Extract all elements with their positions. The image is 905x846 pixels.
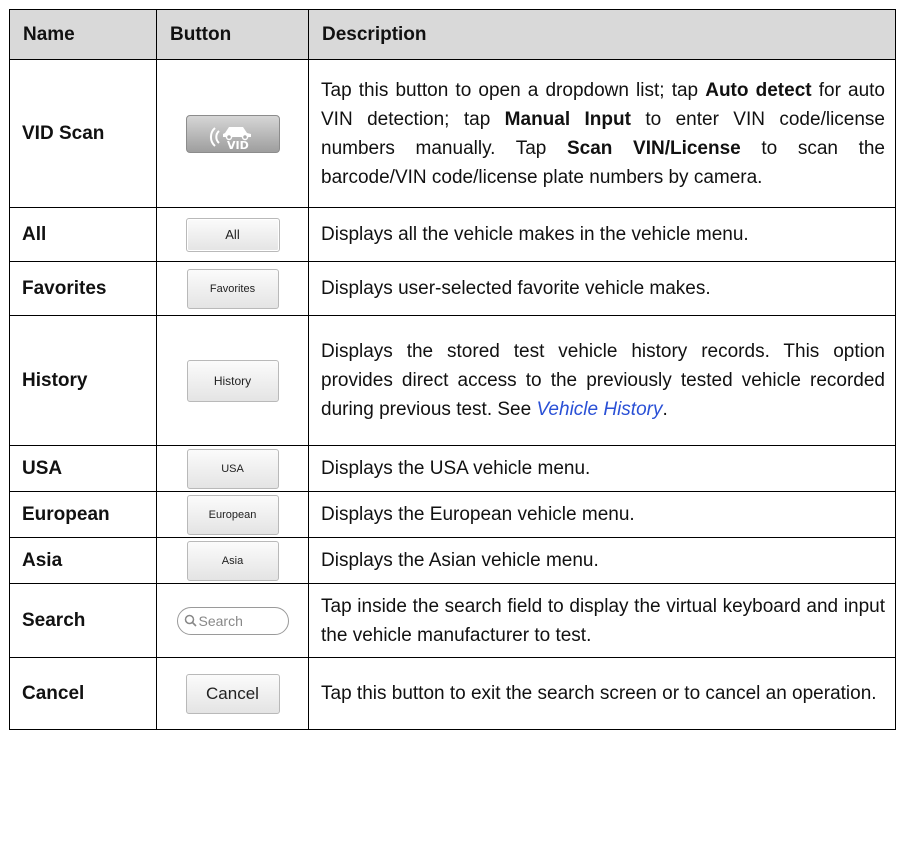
table-row: All All Displays all the vehicle makes i… (9, 207, 896, 262)
row-name: All (9, 207, 157, 262)
description-text: Displays the USA vehicle menu. (321, 458, 591, 479)
row-description: Displays user-selected favorite vehicle … (308, 261, 896, 316)
favorites-button[interactable]: Favorites (186, 268, 279, 309)
header-button: Button (156, 9, 309, 60)
description-text: Displays user-selected favorite vehicle … (321, 278, 711, 299)
table-row: Cancel Cancel Tap this button to exit th… (9, 657, 896, 730)
description-text: Displays the European vehicle menu. (321, 504, 635, 525)
vid-scan-button[interactable]: VID (185, 114, 280, 153)
description-text: Tap this button to open a dropdown list;… (321, 79, 706, 101)
table-row: European European Displays the European … (9, 491, 896, 538)
table-row: Favorites Favorites Displays user-select… (9, 261, 896, 316)
description-text: . (662, 399, 668, 420)
table-row: Search Search Tap inside the search fiel… (9, 583, 896, 658)
search-placeholder: Search (198, 612, 243, 629)
row-name: USA (9, 445, 157, 492)
all-button[interactable]: All (185, 217, 280, 252)
table-row: VID Scan VID Tap this button to open a d… (9, 59, 896, 208)
header-description: Description (308, 9, 896, 60)
vid-scan-icon: VID (209, 126, 251, 150)
row-name: History (9, 315, 157, 446)
row-description: Tap inside the search field to display t… (308, 583, 896, 658)
row-description: Tap this button to exit the search scree… (308, 657, 896, 730)
table-row: Asia Asia Displays the Asian vehicle men… (9, 537, 896, 584)
row-description: Displays all the vehicle makes in the ve… (308, 207, 896, 262)
row-description: Displays the stored test vehicle history… (308, 315, 896, 446)
table-row: History History Displays the stored test… (9, 315, 896, 446)
bold-term: Auto detect (705, 79, 812, 101)
row-name: Favorites (9, 261, 157, 316)
row-description: Displays the USA vehicle menu. (308, 445, 896, 492)
search-input[interactable]: Search (176, 606, 289, 635)
row-name: Search (9, 583, 157, 658)
search-icon (184, 614, 197, 627)
bold-term: Manual Input (504, 108, 631, 130)
row-name: Cancel (9, 657, 157, 730)
row-description: Displays the European vehicle menu. (308, 491, 896, 538)
row-name: Asia (9, 537, 157, 584)
header-name: Name (9, 9, 157, 60)
row-description: Tap this button to open a dropdown list;… (308, 59, 896, 208)
row-name: VID Scan (9, 59, 157, 208)
european-button[interactable]: European (186, 494, 279, 535)
cross-reference-link[interactable]: Vehicle History (536, 399, 662, 420)
usa-button[interactable]: USA (186, 448, 279, 489)
header-row: Name Button Description (9, 9, 896, 60)
row-name: European (9, 491, 157, 538)
description-text: Tap this button to exit the search scree… (321, 683, 877, 704)
row-description: Displays the Asian vehicle menu. (308, 537, 896, 584)
description-text: Tap inside the search field to display t… (321, 595, 885, 646)
history-button[interactable]: History (186, 359, 279, 402)
description-text: Displays all the vehicle makes in the ve… (321, 224, 749, 245)
table-row: USA USA Displays the USA vehicle menu. (9, 445, 896, 492)
description-text: Displays the Asian vehicle menu. (321, 550, 599, 571)
button-reference-table: Name Button Description VID Scan VID Tap… (9, 9, 896, 730)
cancel-button[interactable]: Cancel (185, 673, 280, 714)
asia-button[interactable]: Asia (186, 540, 279, 581)
svg-text:VID: VID (227, 139, 249, 150)
bold-term: Scan VIN/License (566, 137, 741, 159)
